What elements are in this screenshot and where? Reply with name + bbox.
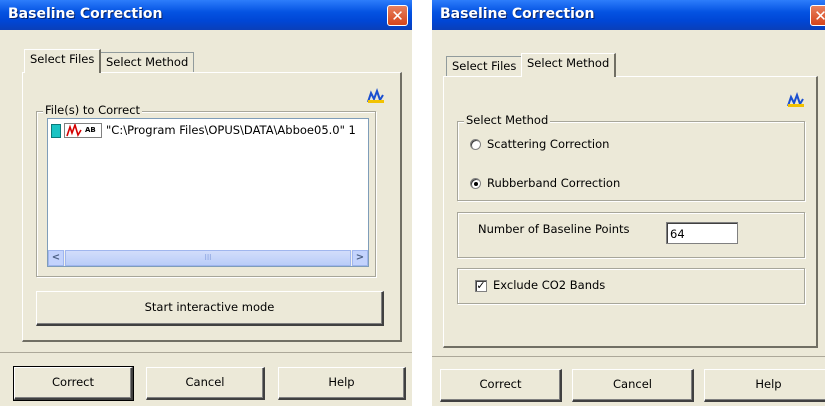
help-button[interactable]: Help — [278, 367, 406, 400]
file-type-icon — [51, 124, 61, 138]
start-interactive-mode-button[interactable]: Start interactive mode — [36, 291, 384, 326]
divider — [0, 352, 412, 353]
radio-label: Rubberband Correction — [487, 176, 621, 190]
baseline-points-input[interactable]: 64 — [666, 222, 738, 244]
tab-select-method[interactable]: Select Method — [521, 53, 617, 77]
select-method-group-label: Select Method — [464, 113, 551, 127]
dialog-title: Baseline Correction — [440, 6, 595, 22]
file-list[interactable]: AB "C:\Program Files\OPUS\DATA\Abboe05.0… — [47, 118, 369, 267]
radio-label: Scattering Correction — [487, 137, 610, 151]
exclude-co2-checkbox-row[interactable]: ✓ Exclude CO2 Bands — [474, 278, 674, 294]
file-list-item[interactable]: AB "C:\Program Files\OPUS\DATA\Abboe05.0… — [50, 122, 368, 140]
radio-scattering-correction[interactable]: Scattering Correction — [468, 137, 668, 153]
radio-button[interactable] — [470, 139, 481, 150]
divider — [432, 356, 825, 357]
close-button[interactable]: ✕ — [810, 5, 825, 26]
correct-button[interactable]: Correct — [13, 366, 134, 401]
tab-select-files[interactable]: Select Files — [446, 56, 523, 77]
close-button[interactable]: ✕ — [387, 5, 408, 26]
exclude-co2-label: Exclude CO2 Bands — [493, 278, 606, 292]
baseline-correction-dialog-method: Baseline Correction ✕ Select Files Selec… — [432, 0, 825, 406]
files-group-label: File(s) to Correct — [43, 103, 143, 117]
file-path: "C:\Program Files\OPUS\DATA\Abboe05.0" 1 — [106, 123, 356, 137]
correct-button[interactable]: Correct — [440, 369, 562, 402]
radio-button[interactable] — [470, 178, 481, 189]
scroll-right-button[interactable]: > — [352, 250, 368, 266]
horizontal-scrollbar[interactable]: < III > — [48, 250, 368, 266]
tab-select-method[interactable]: Select Method — [100, 52, 195, 73]
radio-selected-dot — [474, 182, 478, 186]
cancel-button[interactable]: Cancel — [572, 369, 694, 402]
radio-rubberband-correction[interactable]: Rubberband Correction — [468, 176, 668, 192]
spectrum-icon — [787, 92, 805, 108]
spectrum-icon — [367, 88, 385, 104]
baseline-points-label: Number of Baseline Points — [478, 222, 630, 236]
scroll-left-button[interactable]: < — [48, 250, 64, 266]
title-bar[interactable]: Baseline Correction ✕ — [432, 0, 825, 30]
tab-select-files[interactable]: Select Files — [24, 49, 102, 73]
cancel-button[interactable]: Cancel — [146, 367, 265, 400]
dialog-title: Baseline Correction — [8, 6, 163, 22]
exclude-co2-checkbox[interactable]: ✓ — [475, 280, 487, 292]
title-bar[interactable]: Baseline Correction ✕ — [0, 0, 412, 30]
spectrum-block-icon: AB — [64, 123, 102, 138]
help-button[interactable]: Help — [704, 369, 825, 402]
ab-badge: AB — [85, 126, 96, 134]
scroll-thumb[interactable]: III — [65, 250, 351, 266]
baseline-correction-dialog-files: Baseline Correction ✕ Select Files Selec… — [0, 0, 412, 406]
